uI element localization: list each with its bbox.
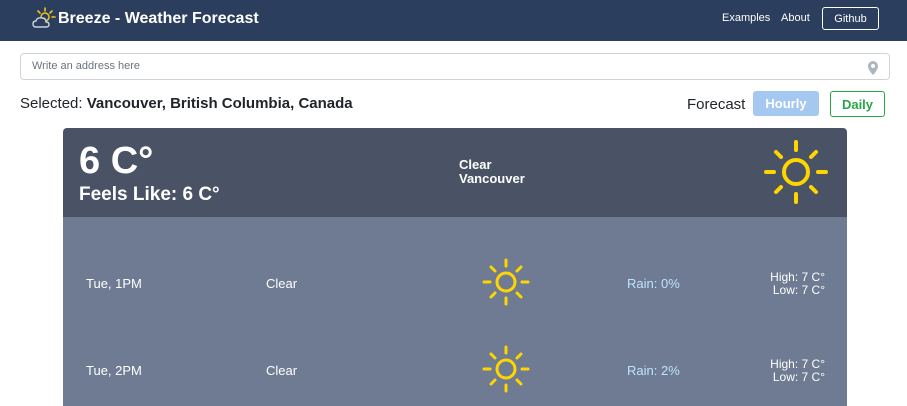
- hourly-row: Tue, 1PM Clear Rain: 0% High: 7 C° Low: …: [63, 217, 847, 306]
- hourly-rain: Rain: 0%: [627, 276, 680, 291]
- brand[interactable]: Breeze - Weather Forecast: [32, 7, 259, 31]
- hourly-high-low: High: 7 C° Low: 7 C°: [770, 358, 825, 384]
- address-search-input[interactable]: [32, 60, 852, 72]
- github-button[interactable]: Github: [822, 7, 879, 30]
- brand-title: Breeze - Weather Forecast: [58, 10, 259, 27]
- selected-prefix: Selected:: [20, 95, 83, 112]
- hourly-button[interactable]: Hourly: [753, 91, 819, 116]
- hourly-time: Tue, 2PM: [86, 363, 142, 378]
- hourly-time: Tue, 1PM: [86, 276, 142, 291]
- hourly-low: Low: 7 C°: [772, 370, 825, 384]
- hourly-forecast-list: Tue, 1PM Clear Rain: 0% High: 7 C° Low: …: [63, 217, 847, 406]
- address-search: [20, 53, 890, 80]
- weather-logo-icon: [32, 7, 56, 28]
- hourly-condition: Clear: [266, 363, 298, 378]
- current-condition-block: Clear Vancouver: [459, 158, 525, 186]
- hourly-condition: Clear: [266, 276, 298, 291]
- nav-about-link[interactable]: About: [781, 12, 810, 24]
- feels-like: Feels Like: 6 C°: [79, 184, 220, 205]
- forecast-label: Forecast: [687, 96, 746, 113]
- selected-location-name: Vancouver, British Columbia, Canada: [86, 95, 353, 112]
- sun-icon: [482, 345, 530, 393]
- hourly-row: Tue, 2PM Clear Rain: 2% High: 7 C° Low: …: [63, 304, 847, 393]
- hourly-high-low: High: 7 C° Low: 7 C°: [770, 271, 825, 297]
- location-pin-icon[interactable]: [866, 60, 880, 76]
- current-weather-card: 6 C° Feels Like: 6 C° Clear Vancouver: [63, 128, 847, 217]
- nav-examples-link[interactable]: Examples: [722, 12, 770, 24]
- navbar: Breeze - Weather Forecast Examples About…: [0, 0, 907, 41]
- current-condition: Clear: [459, 157, 492, 172]
- current-city: Vancouver: [459, 171, 525, 186]
- sun-icon: [764, 140, 828, 204]
- hourly-rain: Rain: 2%: [627, 363, 680, 378]
- daily-button[interactable]: Daily: [830, 91, 885, 117]
- current-temperature: 6 C°: [79, 140, 154, 182]
- hourly-low: Low: 7 C°: [772, 283, 825, 297]
- selected-location: Selected: Vancouver, British Columbia, C…: [20, 95, 353, 112]
- sun-icon: [482, 258, 530, 306]
